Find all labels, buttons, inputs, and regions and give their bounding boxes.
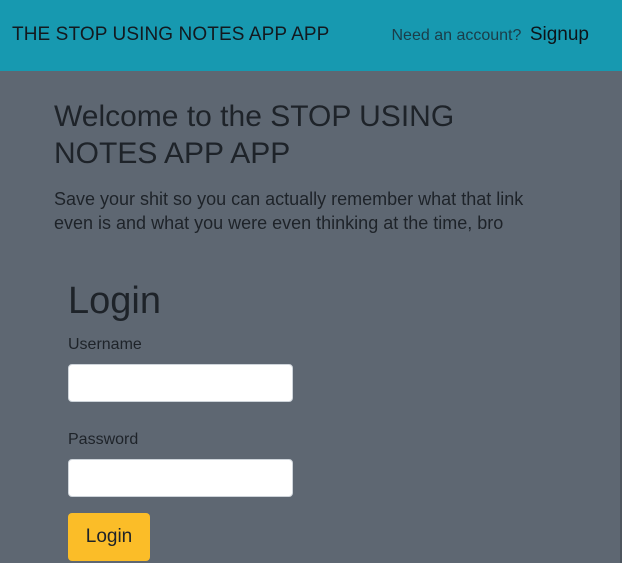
- password-label: Password: [68, 431, 139, 448]
- welcome-tagline: Save your shit so you can actually remem…: [54, 189, 524, 233]
- signup-prompt: Need an account? Signup: [392, 24, 590, 46]
- app-brand-link[interactable]: THE STOP USING NOTES APP APP: [12, 24, 329, 46]
- username-input[interactable]: [68, 364, 293, 402]
- login-button[interactable]: Login: [68, 513, 150, 561]
- password-input[interactable]: [68, 459, 293, 497]
- signup-link[interactable]: Signup: [530, 24, 589, 45]
- top-navbar: THE STOP USING NOTES APP APP Need an acc…: [0, 0, 622, 71]
- account-prompt-text: Need an account?: [391, 27, 522, 44]
- username-label: Username: [68, 336, 142, 353]
- welcome-title: Welcome to the STOP USING NOTES APP APP: [54, 100, 455, 170]
- welcome-section: Welcome to the STOP USING NOTES APP APP …: [54, 98, 574, 235]
- login-form: Login Username Password Login: [68, 278, 308, 561]
- login-title: Login: [68, 280, 161, 322]
